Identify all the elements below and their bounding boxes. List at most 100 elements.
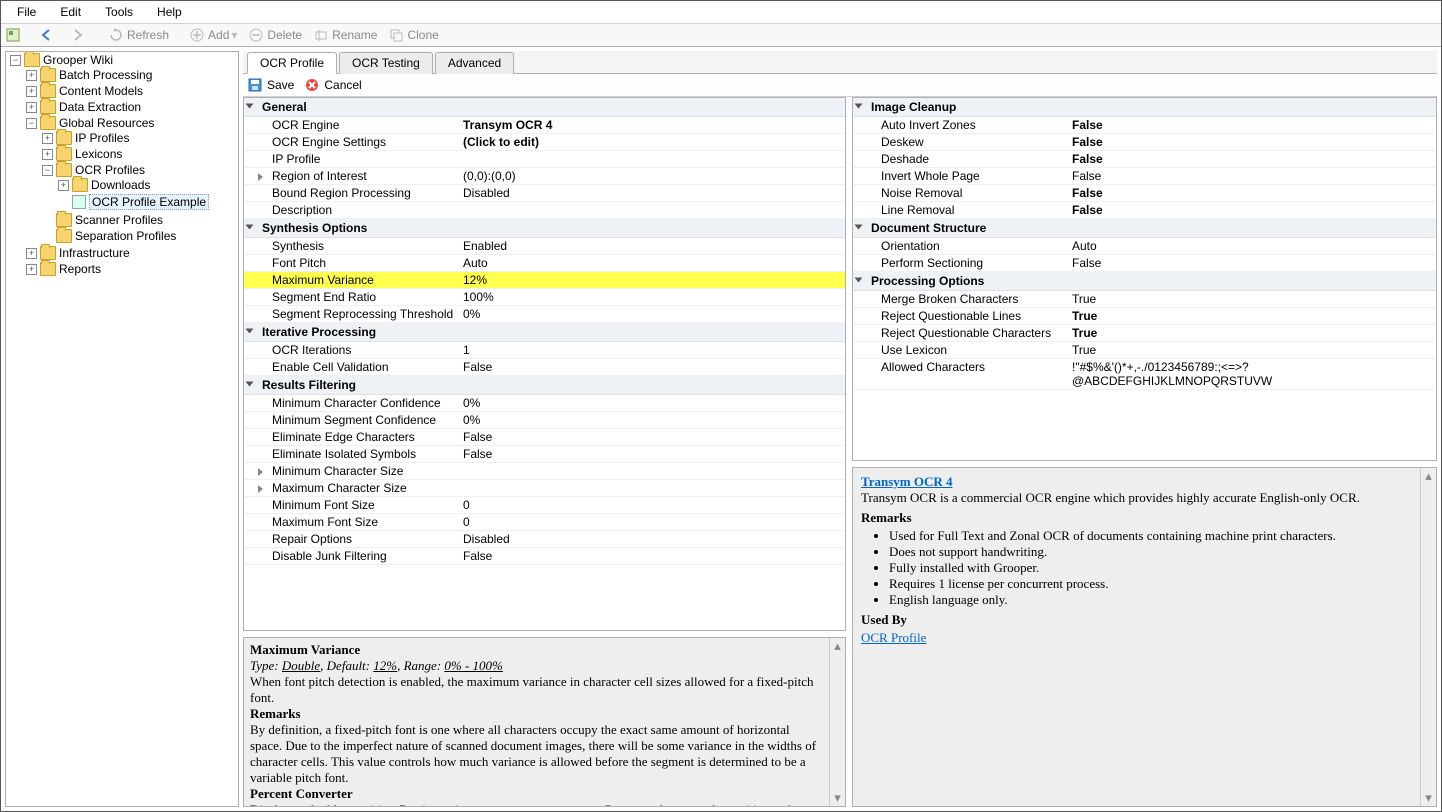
tab-ocr-testing[interactable]: OCR Testing [339,52,433,74]
cancel-button[interactable]: Cancel [304,77,361,93]
property-value[interactable]: False [459,548,845,564]
property-row[interactable]: OCR Iterations1 [244,342,845,359]
property-row[interactable]: OCR EngineTransym OCR 4 [244,117,845,134]
property-row[interactable]: Disable Junk FilteringFalse [244,548,845,565]
property-value[interactable]: Auto [459,255,845,271]
help-title-link[interactable]: Transym OCR 4 [861,474,952,489]
property-row[interactable]: Line RemovalFalse [853,202,1436,219]
property-row[interactable]: OrientationAuto [853,238,1436,255]
property-row[interactable]: IP Profile [244,151,845,168]
save-button[interactable]: Save [247,77,294,93]
property-value[interactable]: False [459,429,845,445]
desc-default-link[interactable]: 12% [373,658,397,673]
menu-file[interactable]: File [5,3,48,21]
help-usedby-link[interactable]: OCR Profile [861,630,926,645]
property-value[interactable]: 100% [459,289,845,305]
tab-ocr-profile[interactable]: OCR Profile [247,52,337,74]
property-row[interactable]: Minimum Character Confidence0% [244,395,845,412]
property-row[interactable]: Maximum Font Size0 [244,514,845,531]
property-value[interactable]: (0,0):(0,0) [459,168,845,184]
property-row[interactable]: DeskewFalse [853,134,1436,151]
tree-toggle[interactable]: − [26,118,37,129]
property-category[interactable]: Processing Options [853,272,1436,291]
property-value[interactable] [459,463,845,479]
property-value[interactable]: 0 [459,514,845,530]
property-value[interactable]: 0% [459,395,845,411]
nav-forward-button[interactable] [64,26,94,44]
property-value[interactable]: False [1068,255,1436,271]
tree-toggle[interactable]: + [26,86,37,97]
property-row[interactable]: Repair OptionsDisabled [244,531,845,548]
menu-edit[interactable]: Edit [48,3,93,21]
menu-tools[interactable]: Tools [93,3,145,21]
property-value[interactable]: True [1068,308,1436,324]
tree-item[interactable]: Reports [59,262,101,276]
property-row[interactable]: Minimum Font Size0 [244,497,845,514]
property-row[interactable]: Region of Interest(0,0):(0,0) [244,168,845,185]
property-value[interactable]: False [459,359,845,375]
property-value[interactable] [459,202,845,218]
property-value[interactable] [459,480,845,496]
property-row[interactable]: Enable Cell ValidationFalse [244,359,845,376]
scrollbar[interactable]: ▴▾ [829,638,845,806]
property-category[interactable]: Synthesis Options [244,219,845,238]
tree-toggle[interactable]: + [42,133,53,144]
property-row[interactable]: Reject Questionable LinesTrue [853,308,1436,325]
property-value[interactable]: 1 [459,342,845,358]
property-row[interactable]: Segment Reprocessing Threshold0% [244,306,845,323]
property-category[interactable]: Results Filtering [244,376,845,395]
property-category[interactable]: General [244,98,845,117]
add-button[interactable]: Add▾ [184,26,243,44]
property-value[interactable]: False [1068,117,1436,133]
property-row[interactable]: Description [244,202,845,219]
property-row[interactable]: Allowed Characters!"#$%&'()*+,-./0123456… [853,359,1436,390]
property-value[interactable]: True [1068,291,1436,307]
rename-button[interactable]: Rename [308,26,383,44]
tree-toggle[interactable]: + [42,149,53,160]
property-value[interactable]: Auto [1068,238,1436,254]
property-category[interactable]: Image Cleanup [853,98,1436,117]
tree-item-selected[interactable]: OCR Profile Example [89,194,209,210]
property-row[interactable]: Segment End Ratio100% [244,289,845,306]
property-row[interactable]: Minimum Segment Confidence0% [244,412,845,429]
property-row[interactable]: OCR Engine Settings(Click to edit) [244,134,845,151]
property-row[interactable]: Eliminate Edge CharactersFalse [244,429,845,446]
tree-item-global[interactable]: Global Resources [59,116,154,130]
tree-item[interactable]: Data Extraction [59,100,141,114]
tree-item[interactable]: Content Models [59,84,143,98]
property-value[interactable]: True [1068,342,1436,358]
property-category[interactable]: Iterative Processing [244,323,845,342]
tree-item[interactable]: Lexicons [75,147,122,161]
property-category[interactable]: Document Structure [853,219,1436,238]
property-value[interactable]: 12% [459,272,845,288]
property-row[interactable]: Maximum Character Size [244,480,845,497]
property-value[interactable]: False [459,446,845,462]
desc-type-link[interactable]: Double [282,658,320,673]
property-row[interactable]: Eliminate Isolated SymbolsFalse [244,446,845,463]
tree-toggle[interactable]: + [26,102,37,113]
property-row[interactable]: Font PitchAuto [244,255,845,272]
tree-item[interactable]: Separation Profiles [75,229,176,243]
property-value[interactable] [459,151,845,167]
tab-advanced[interactable]: Advanced [435,52,514,74]
tree-item-ocr-profiles[interactable]: OCR Profiles [75,163,145,177]
property-value[interactable]: !"#$%&'()*+,-./0123456789:;<=>?@ABCDEFGH… [1068,359,1436,389]
tree-item[interactable]: Infrastructure [59,246,130,260]
tree-item[interactable]: IP Profiles [75,131,129,145]
property-row[interactable]: SynthesisEnabled [244,238,845,255]
tree-toggle[interactable]: + [26,70,37,81]
tree-item[interactable]: Scanner Profiles [75,213,163,227]
property-value[interactable]: Transym OCR 4 [459,117,845,133]
property-row[interactable]: Invert Whole PageFalse [853,168,1436,185]
property-row[interactable]: Maximum Variance12% [244,272,845,289]
property-row[interactable]: Reject Questionable CharactersTrue [853,325,1436,342]
property-value[interactable]: False [1068,134,1436,150]
tree-root[interactable]: Grooper Wiki [43,53,113,67]
tree-toggle[interactable]: − [10,55,21,66]
tree-item[interactable]: Downloads [91,178,150,192]
property-value[interactable]: False [1068,185,1436,201]
tree-toggle[interactable]: − [42,165,53,176]
clone-button[interactable]: Clone [383,26,444,44]
property-value[interactable]: 0% [459,412,845,428]
property-value[interactable]: False [1068,151,1436,167]
